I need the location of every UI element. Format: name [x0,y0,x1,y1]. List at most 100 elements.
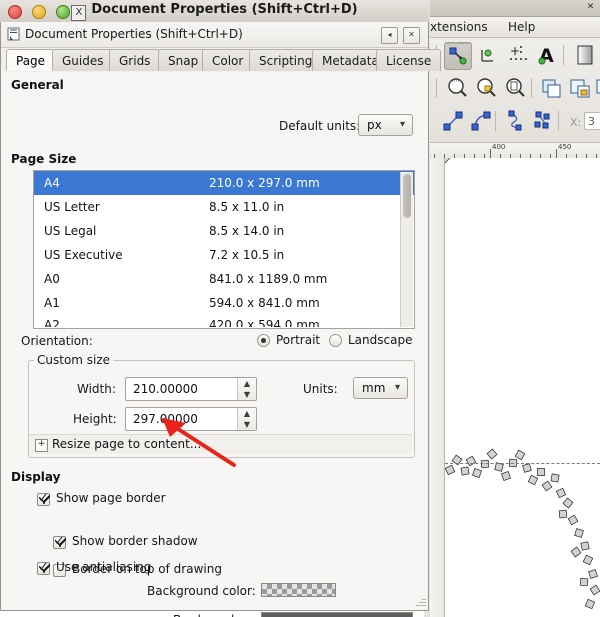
page-size-list[interactable]: A4 210.0 x 297.0 mm US Letter 8.5 x 11.0… [33,170,415,329]
stepper-up-icon[interactable]: ▲ [238,408,256,419]
unlock-object-icon[interactable] [593,75,600,101]
tab-guides[interactable]: Guides [52,49,114,71]
horizontal-ruler[interactable]: 400 450 [430,143,600,159]
coordinate-x-value: 3 [588,115,595,128]
units-select[interactable]: mm ▾ [353,377,408,399]
window-titlebar[interactable]: X Document Properties (Shift+Ctrl+D) [0,0,429,23]
zoom-page-icon[interactable] [502,75,528,101]
height-stepper[interactable]: ▲ ▼ [237,408,256,430]
page-size-dims: 841.0 x 1189.0 mm [209,272,328,286]
page-size-dims: 8.5 x 11.0 in [209,200,285,214]
toolbar-separator [563,45,564,65]
show-page-border-checkbox[interactable]: ✓ [37,491,50,506]
units-label: Units: [303,382,338,396]
toolbar-separator [495,111,496,131]
menu-extensions[interactable]: xtensions [430,20,488,34]
fractal-koch-curve-drawing [445,158,600,610]
page-size-name: A4 [44,176,60,190]
dialog-title-text: Document Properties (Shift+Ctrl+D) [25,27,243,41]
width-input[interactable]: 210.00000 ▲ ▼ [125,377,257,401]
app-close-icon[interactable]: ✕ [585,2,596,13]
tab-page[interactable]: Page [6,49,56,71]
tab-color[interactable]: Color [202,49,254,71]
toolbar-row-node-segment-tools: X: 3 [430,106,600,138]
tab-grids[interactable]: Grids [109,49,161,71]
list-item[interactable]: US Legal 8.5 x 14.0 in [34,219,414,243]
page-size-name: A2 [44,318,60,327]
duplicate-object-icon[interactable] [538,75,564,101]
node-join-path-icon[interactable] [530,108,556,134]
show-border-shadow-checkbox[interactable]: ✓ [53,534,66,549]
toolbar-row-zoom-tools [430,73,600,105]
page-size-name: A1 [44,296,60,310]
height-input[interactable]: 297.00000 ▲ ▼ [125,407,257,431]
stepper-down-icon[interactable]: ▼ [238,389,256,400]
object-fill-icon[interactable] [572,42,598,68]
list-item[interactable]: US Executive 7.2 x 10.5 in [34,243,414,267]
tab-license[interactable]: License [376,49,442,71]
width-stepper[interactable]: ▲ ▼ [237,378,256,400]
page-tab-panel: General Default units: px ▾ Page Size A4… [1,72,428,617]
page-border-line [445,463,600,464]
coordinate-x-label: X: [570,116,582,129]
collapse-icon[interactable]: ◂ [381,27,398,44]
svg-text:+: + [510,44,520,58]
resize-grip[interactable] [414,596,426,608]
list-item[interactable]: A4 210.0 x 297.0 mm [34,171,414,195]
tab-snap[interactable]: Snap [158,49,209,71]
check-icon: ✓ [38,491,49,506]
node-editor-icon[interactable] [444,42,472,70]
resize-page-to-content-label: Resize page to content... [52,437,202,451]
page-size-name: A0 [44,272,60,286]
ruler-label-450: 450 [558,143,572,151]
expander-plus-icon[interactable]: + [35,439,48,452]
node-line-segment-icon[interactable] [440,108,466,134]
resize-page-to-content-expander[interactable]: + Resize page to content... [29,434,412,454]
chevron-down-icon: ▾ [399,119,405,130]
height-value: 297.00000 [133,412,198,426]
text-tool-icon[interactable]: A [535,42,561,68]
display-heading: Display [11,470,61,484]
lock-object-icon[interactable] [567,75,593,101]
drawing-canvas[interactable] [445,158,600,617]
list-item[interactable]: US Letter 8.5 x 11.0 in [34,195,414,219]
node-break-path-icon[interactable] [502,108,528,134]
page-size-heading: Page Size [11,152,77,166]
general-heading: General [11,78,64,92]
zoom-drawing-icon[interactable] [473,75,499,101]
orientation-portrait-radio[interactable] [257,334,270,347]
page-size-dims: 210.0 x 297.0 mm [209,176,320,190]
node-curve-segment-icon[interactable] [468,108,494,134]
orientation-label: Orientation: [21,334,93,348]
tab-bar: Page Guides Grids Snap Color Scripting M… [1,48,442,73]
list-scrollbar-thumb[interactable] [403,174,411,218]
stepper-up-icon[interactable]: ▲ [238,378,256,389]
page-size-dims: 594.0 x 841.0 mm [209,296,320,310]
orientation-landscape-label: Landscape [348,333,413,347]
orientation-landscape-radio[interactable] [329,334,342,347]
coordinate-x-input[interactable]: 3 [584,112,600,130]
toolbar-separator [558,111,559,131]
list-item[interactable]: A0 841.0 x 1189.0 mm [34,267,414,291]
use-antialiasing-checkbox[interactable]: ✓ [37,560,50,575]
zoom-selection-icon[interactable] [444,75,470,101]
list-scrollbar[interactable] [400,172,413,327]
default-units-select[interactable]: px ▾ [358,114,413,136]
close-icon[interactable]: ✕ [403,27,420,44]
check-icon: ✓ [38,560,49,575]
page-size-dims: 8.5 x 14.0 in [209,224,285,238]
menu-help[interactable]: Help [508,20,535,34]
stepper-down-icon[interactable]: ▼ [238,419,256,430]
list-item[interactable]: A1 594.0 x 841.0 mm [34,291,414,315]
border-color-swatch[interactable] [261,612,413,617]
vertical-ruler[interactable] [430,158,445,617]
background-color-swatch[interactable] [261,583,336,597]
check-icon: ✓ [54,534,65,549]
app-toolbar: + A X: 3 [430,38,600,143]
node-insert-icon[interactable]: + [506,42,532,68]
toolbar-row-node-tools: + A [430,40,600,72]
list-item[interactable]: A2 420.0 x 594.0 mm [34,315,414,327]
default-units-value: px [367,118,382,132]
node-show-handles-icon[interactable] [475,42,501,68]
dialog-docked-header: Document Properties (Shift+Ctrl+D) ◂ ✕ [1,22,428,48]
